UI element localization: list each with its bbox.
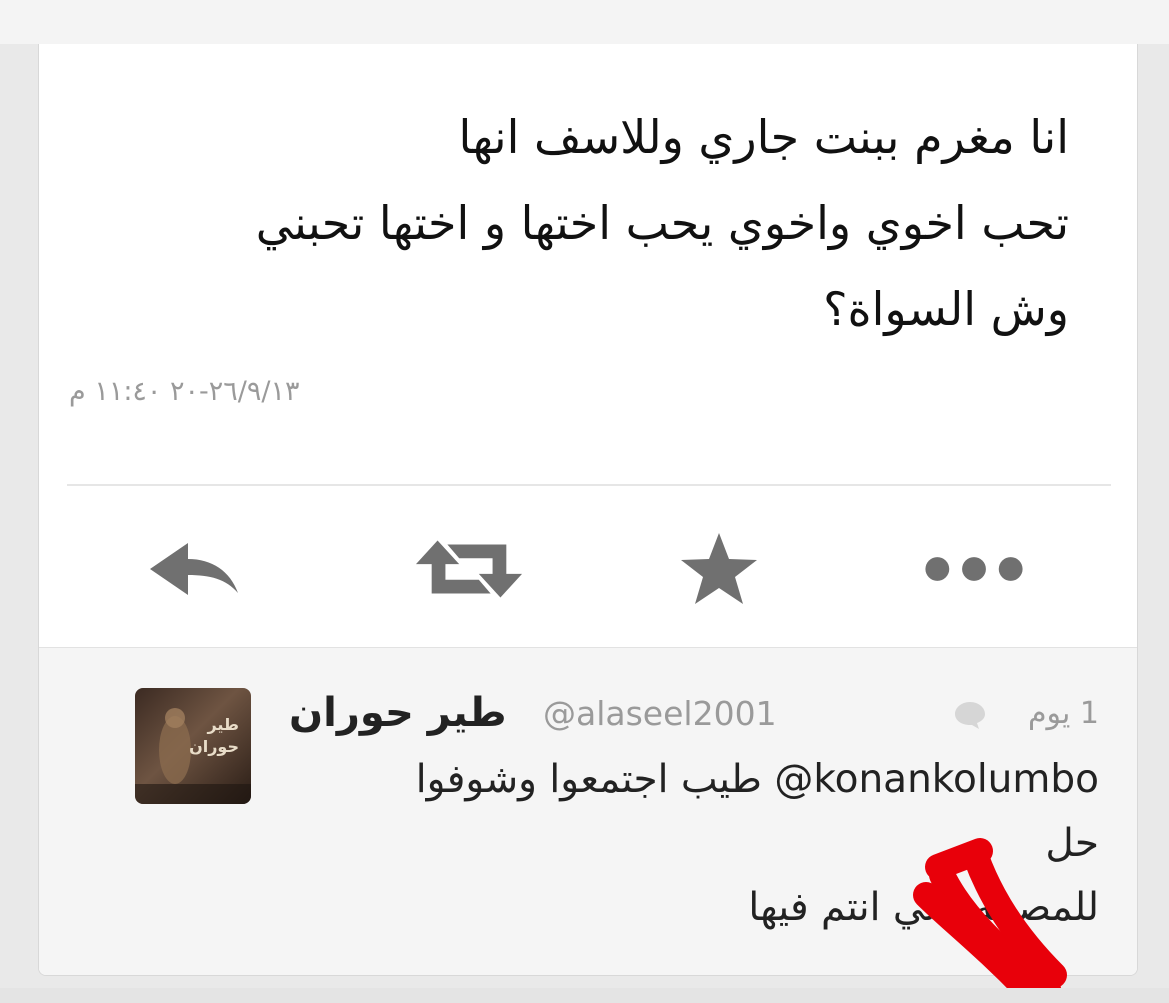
favorite-button[interactable] — [664, 514, 774, 624]
mention-link[interactable]: @konankolumbo — [774, 757, 1099, 802]
retweet-icon — [415, 540, 523, 598]
avatar[interactable]: طير حوران — [135, 688, 251, 804]
tweet-timestamp[interactable]: ٢٦/٩/١٣-٢٠ ١١:٤٠ م — [69, 376, 469, 407]
reply-line-1-text: طيب اجتمعوا وشوفوا — [415, 757, 762, 802]
reply-item[interactable]: طير حوران طير حوران @alaseel2001 1 يوم @… — [39, 647, 1137, 975]
reply-line-3: للمصيبه اللي انتم فيها — [748, 885, 1099, 930]
tweet-text: انا مغرم ببنت جاري وللاسف انها تحب اخوي … — [109, 94, 1069, 352]
avatar-logo-text: طير حوران — [189, 715, 239, 756]
tweet-line-2: تحب اخوي واخوي يحب اختها و اختها تحبني — [255, 196, 1069, 250]
tweet-line-3: وش السواة؟ — [823, 282, 1069, 336]
reply-display-name[interactable]: طير حوران — [289, 688, 507, 738]
more-button[interactable] — [919, 514, 1029, 624]
more-dots-icon — [925, 557, 1023, 581]
tweet-card: انا مغرم ببنت جاري وللاسف انها تحب اخوي … — [38, 44, 1138, 976]
reply-header: طير حوران @alaseel2001 1 يوم — [289, 688, 1099, 738]
retweet-button[interactable] — [414, 514, 524, 624]
reply-body: @konankolumbo طيب اجتمعوا وشوفوا حل للمص… — [279, 748, 1099, 940]
reply-button[interactable] — [139, 514, 249, 624]
top-bar — [0, 0, 1169, 44]
reply-line-2: حل — [1045, 821, 1099, 866]
star-icon — [681, 533, 757, 604]
tweet-line-1: انا مغرم ببنت جاري وللاسف انها — [458, 110, 1069, 164]
reply-handle[interactable]: @alaseel2001 — [543, 692, 777, 736]
reply-line-1: @konankolumbo طيب اجتمعوا وشوفوا — [279, 748, 1099, 812]
reply-time[interactable]: 1 يوم — [1028, 692, 1099, 736]
divider — [67, 484, 1111, 486]
bottom-bar — [0, 988, 1169, 1003]
action-bar — [39, 514, 1137, 624]
speech-bubble-icon — [955, 702, 985, 729]
reply-arrow-icon — [150, 543, 238, 595]
